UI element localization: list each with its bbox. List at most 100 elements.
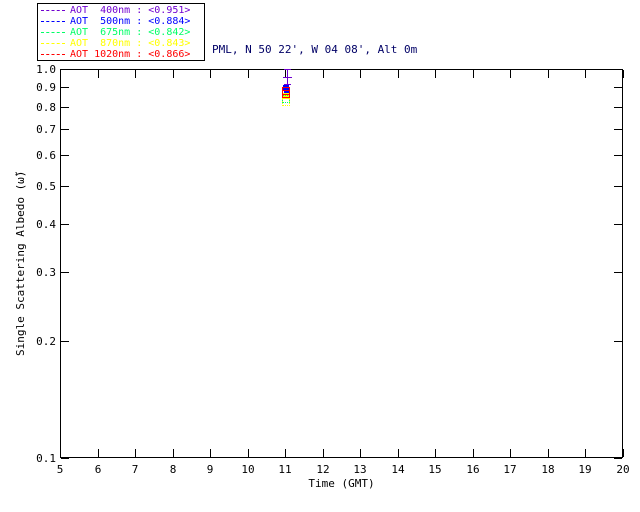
x-tick-top (360, 70, 361, 78)
y-tick-label: 0.7 (36, 123, 56, 136)
x-tick-label: 16 (466, 463, 480, 476)
legend-label: AOT 675nm : <0.842> (70, 27, 191, 38)
y-tick-label: 0.6 (36, 149, 56, 162)
x-tick-top (173, 70, 174, 78)
y-tick-right (614, 87, 622, 88)
y-tick-label: 0.9 (36, 81, 56, 94)
x-tick-label: 7 (131, 463, 139, 476)
x-tick-label: 6 (94, 463, 102, 476)
y-axis-title: Single Scattering Albedo (ω̃) (14, 170, 27, 357)
x-tick (323, 449, 324, 457)
x-tick (248, 449, 249, 457)
x-tick-label: 13 (353, 463, 367, 476)
legend-entry: AOT 675nm : <0.842> (41, 27, 201, 38)
y-tick (61, 224, 69, 225)
legend-line-sample (41, 54, 65, 55)
x-tick-label: 20 (616, 463, 630, 476)
y-tick-label: 0.2 (36, 335, 56, 348)
y-tick (61, 87, 69, 88)
x-axis-title: Time (GMT) (308, 477, 375, 490)
x-tick-top (135, 70, 136, 78)
x-tick-top (510, 70, 511, 78)
x-tick-label: 11 (278, 463, 292, 476)
legend-label: AOT 400nm : <0.951> (70, 5, 191, 16)
legend-entry: AOT 1020nm : <0.866> (41, 49, 201, 60)
y-tick (61, 155, 69, 156)
x-tick (98, 449, 99, 457)
x-tick (473, 449, 474, 457)
y-tick (61, 129, 69, 130)
x-tick (210, 449, 211, 457)
y-tick-right (614, 69, 622, 70)
y-tick-label: 1.0 (36, 63, 56, 76)
legend-label: AOT 1020nm : <0.866> (70, 49, 191, 60)
x-tick (173, 449, 174, 457)
x-tick (285, 449, 286, 457)
y-tick-right (614, 458, 622, 459)
x-tick-label: 18 (541, 463, 555, 476)
y-tick (61, 341, 69, 342)
x-tick (360, 449, 361, 457)
error-cap-top (284, 69, 291, 70)
y-tick-label: 0.4 (36, 218, 56, 231)
x-tick-top (473, 70, 474, 78)
x-tick-top (323, 70, 324, 78)
y-tick (61, 107, 69, 108)
y-tick-label: 0.8 (36, 101, 56, 114)
legend-line-sample (41, 21, 65, 22)
x-tick-label: 19 (578, 463, 592, 476)
legend-entry: AOT 500nm : <0.884> (41, 16, 201, 27)
y-tick-right (614, 129, 622, 130)
y-tick-right (614, 224, 622, 225)
x-tick (510, 449, 511, 457)
x-tick-label: 15 (428, 463, 442, 476)
legend-entry: AOT 400nm : <0.951> (41, 5, 201, 16)
y-tick (61, 69, 69, 70)
x-tick (135, 449, 136, 457)
x-tick-top (248, 70, 249, 78)
legend-line-sample (41, 43, 65, 44)
x-tick-label: 12 (316, 463, 330, 476)
legend-line-sample (41, 10, 65, 11)
legend-line-sample (41, 32, 65, 33)
legend-label: AOT 870nm : <0.843> (70, 38, 191, 49)
ssa-plot-page: AOT 400nm : <0.951> AOT 500nm : <0.884> AO… (0, 0, 640, 512)
x-tick (548, 449, 549, 457)
x-tick-label: 17 (503, 463, 517, 476)
x-tick-top (585, 70, 586, 78)
y-tick-right (614, 341, 622, 342)
x-tick-label: 14 (391, 463, 405, 476)
legend-box: AOT 400nm : <0.951> AOT 500nm : <0.884> AO… (37, 3, 205, 61)
y-tick-label: 0.5 (36, 180, 56, 193)
station-location: PML, N 50 22', W 04 08', Alt 0m (212, 43, 418, 56)
x-tick (398, 449, 399, 457)
y-tick-right (614, 107, 622, 108)
x-tick-label: 8 (169, 463, 177, 476)
x-tick-label: 9 (206, 463, 214, 476)
x-tick (585, 449, 586, 457)
plot-area (60, 69, 623, 458)
x-tick (60, 449, 61, 457)
y-tick-label: 0.3 (36, 266, 56, 279)
y-tick-label: 0.1 (36, 452, 56, 465)
y-tick (61, 458, 69, 459)
y-tick (61, 272, 69, 273)
x-tick (623, 449, 624, 457)
x-tick-top (60, 70, 61, 78)
data-point-square-dotted (282, 98, 290, 106)
x-tick-top (548, 70, 549, 78)
x-tick-top (210, 70, 211, 78)
x-tick-top (98, 70, 99, 78)
legend-label: AOT 500nm : <0.884> (70, 16, 191, 27)
data-point-square-open (282, 90, 290, 98)
y-tick-right (614, 272, 622, 273)
x-tick-top (398, 70, 399, 78)
y-tick-right (614, 186, 622, 187)
y-tick-right (614, 155, 622, 156)
data-point-plus (283, 77, 292, 78)
x-tick-top (623, 70, 624, 78)
x-tick (435, 449, 436, 457)
x-tick-label: 10 (241, 463, 255, 476)
y-tick (61, 186, 69, 187)
x-tick-top (435, 70, 436, 78)
